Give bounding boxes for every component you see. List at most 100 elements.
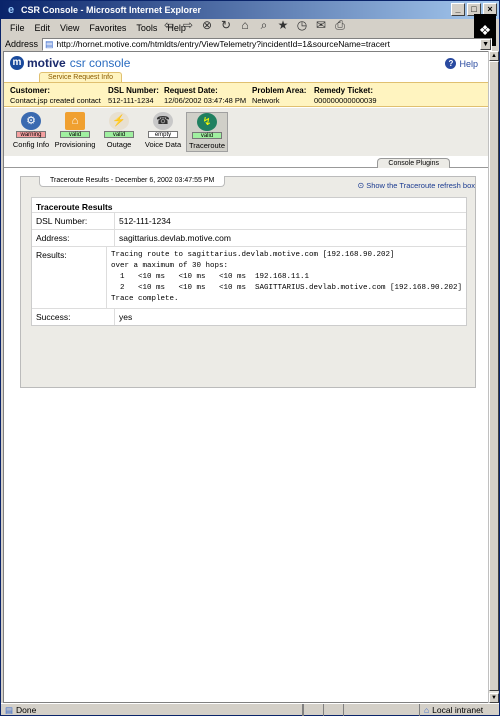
row-key: DSL Number:: [36, 216, 88, 226]
address-dropdown-icon[interactable]: ▼: [480, 38, 492, 50]
service-request-tab: Service Request Info: [39, 72, 122, 82]
plugin-label: Config Info: [12, 140, 50, 149]
show-refresh-box-link[interactable]: ⊙ Show the Traceroute refresh box: [357, 181, 475, 190]
scroll-thumb[interactable]: [489, 61, 499, 691]
table-row: DSL Number: 512-111-1234: [32, 212, 466, 229]
info-label: DSL Number:: [108, 86, 159, 95]
help-icon: ?: [445, 58, 457, 69]
page-viewport: m motive csr console ? Help Service Requ…: [3, 51, 489, 703]
plugin-label: Voice Data: [144, 140, 182, 149]
row-value: 512-111-1234: [114, 213, 466, 229]
service-request-info: Customer: Contact.jsp created contact DS…: [4, 82, 488, 107]
row-value-container: Tracing route to sagittarius.devlab.moti…: [105, 247, 466, 308]
info-problem-area: Problem Area: Network: [252, 86, 306, 105]
info-label: Problem Area:: [252, 86, 307, 95]
home-icon[interactable]: ⌂: [237, 17, 253, 33]
traceroute-panel: Traceroute Results - December 6, 2002 03…: [20, 176, 476, 388]
row-key: Address:: [36, 233, 70, 243]
plugin-label: Outage: [106, 140, 132, 149]
info-customer: Customer: Contact.jsp created contact: [10, 86, 101, 105]
plugin-badge: empty: [148, 131, 178, 138]
plugin-badge: warning: [16, 131, 46, 138]
app-header: m motive csr console ? Help Service Requ…: [4, 52, 488, 82]
address-bar: Address ▤ http://hornet.motive.com/htmld…: [1, 37, 499, 51]
status-segment: [323, 704, 343, 716]
table-row: Success: yes: [32, 308, 466, 325]
help-label: Help: [459, 58, 478, 69]
logo-main: motive: [27, 56, 66, 70]
plugin-toolbar: ⚙ warning Config Info ⌂ valid Provisioni…: [4, 108, 488, 156]
scroll-down-icon[interactable]: ▼: [489, 693, 499, 703]
scroll-up-icon[interactable]: ▲: [489, 51, 499, 61]
status-segment: [303, 704, 323, 716]
address-input[interactable]: ▤ http://hornet.motive.com/htmldts/entry…: [42, 37, 493, 51]
row-value: yes: [114, 309, 466, 325]
info-value: 000000000000039: [314, 96, 377, 105]
info-value: Contact.jsp created contact: [10, 96, 101, 105]
print-icon[interactable]: ⎙: [332, 17, 348, 33]
status-segment: [343, 704, 363, 716]
search-icon[interactable]: ⌕: [256, 17, 272, 33]
plugin-traceroute[interactable]: ↯ valid Traceroute: [186, 112, 228, 152]
traceroute-output: Tracing route to sagittarius.devlab.moti…: [110, 251, 462, 303]
refresh-circle-icon: ⊙: [357, 181, 365, 190]
status-text-area: ▤ Done: [1, 704, 303, 716]
info-label: Remedy Ticket:: [314, 86, 373, 95]
stop-icon[interactable]: ⊗: [199, 17, 215, 33]
vertical-scrollbar[interactable]: ▲ ▼: [488, 51, 499, 703]
logo-sub: csr console: [69, 56, 131, 70]
row-key: Results:: [36, 250, 67, 260]
info-label: Customer:: [10, 86, 51, 95]
info-request-date: Request Date: 12/06/2002 03:47:48 PM: [164, 86, 246, 105]
plugin-label: Provisioning: [54, 140, 96, 149]
plugin-badge: valid: [60, 131, 90, 138]
config-icon: ⚙: [21, 112, 41, 130]
results-title: Traceroute Results: [36, 202, 113, 212]
motive-logo-icon: m: [10, 56, 24, 70]
plugin-voice-data[interactable]: ☎ empty Voice Data: [142, 112, 184, 152]
intranet-icon: ⌂: [424, 705, 430, 715]
panel-tab: Traceroute Results - December 6, 2002 03…: [39, 176, 226, 187]
browser-window: e CSR Console - Microsoft Internet Explo…: [0, 0, 500, 716]
provisioning-icon: ⌂: [65, 112, 85, 130]
app-logo: m motive csr console: [10, 56, 130, 70]
forward-icon[interactable]: ⇨: [180, 17, 196, 33]
help-link[interactable]: ? Help: [445, 58, 478, 69]
zone-text: Local intranet: [432, 705, 484, 715]
page-icon: ▤: [45, 38, 54, 49]
table-row: Results: Tracing route to sagittarius.de…: [32, 246, 466, 308]
plugin-label: Traceroute: [189, 141, 225, 150]
outage-icon: ⚡: [109, 112, 129, 130]
status-text: Done: [16, 705, 37, 715]
tab-console-plugins[interactable]: Console Plugins: [377, 158, 450, 168]
refresh-icon[interactable]: ↻: [218, 17, 234, 33]
toolbar: ⇦ ⇨ ⊗ ↻ ⌂ ⌕ ★ ◷ ✉ ⎙ ❖: [1, 13, 499, 46]
page-done-icon: ▤: [5, 704, 14, 715]
plugin-provisioning[interactable]: ⌂ valid Provisioning: [54, 112, 96, 152]
favorites-icon[interactable]: ★: [275, 17, 291, 33]
info-value: 512-111-1234: [108, 96, 154, 105]
info-label: Request Date:: [164, 86, 218, 95]
plugin-outage[interactable]: ⚡ valid Outage: [98, 112, 140, 152]
mail-icon[interactable]: ✉: [313, 17, 329, 33]
info-value: 12/06/2002 03:47:48 PM: [164, 96, 247, 105]
plugin-config-info[interactable]: ⚙ warning Config Info: [10, 112, 52, 152]
status-bar: ▤ Done ⌂ Local intranet: [1, 703, 499, 716]
row-value: sagittarius.devlab.motive.com: [114, 230, 466, 246]
info-dsl-number: DSL Number: 512-111-1234: [108, 86, 159, 105]
voice-data-icon: ☎: [153, 112, 173, 130]
info-value: Network: [252, 96, 280, 105]
info-remedy-ticket: Remedy Ticket: 000000000000039: [314, 86, 377, 105]
history-icon[interactable]: ◷: [294, 17, 310, 33]
console-plugins-bar: Console Plugins: [4, 156, 488, 168]
results-table: Traceroute Results DSL Number: 512-111-1…: [31, 197, 467, 326]
row-key: Success:: [36, 312, 71, 322]
address-label: Address: [5, 39, 39, 49]
security-zone: ⌂ Local intranet: [419, 704, 499, 716]
table-row: Address: sagittarius.devlab.motive.com: [32, 229, 466, 246]
address-url: http://hornet.motive.com/htmldts/entry/V…: [56, 39, 390, 49]
refresh-link-label: Show the Traceroute refresh box: [366, 181, 475, 190]
traceroute-icon: ↯: [197, 113, 217, 131]
plugin-badge: valid: [104, 131, 134, 138]
back-icon[interactable]: ⇦: [161, 17, 177, 33]
